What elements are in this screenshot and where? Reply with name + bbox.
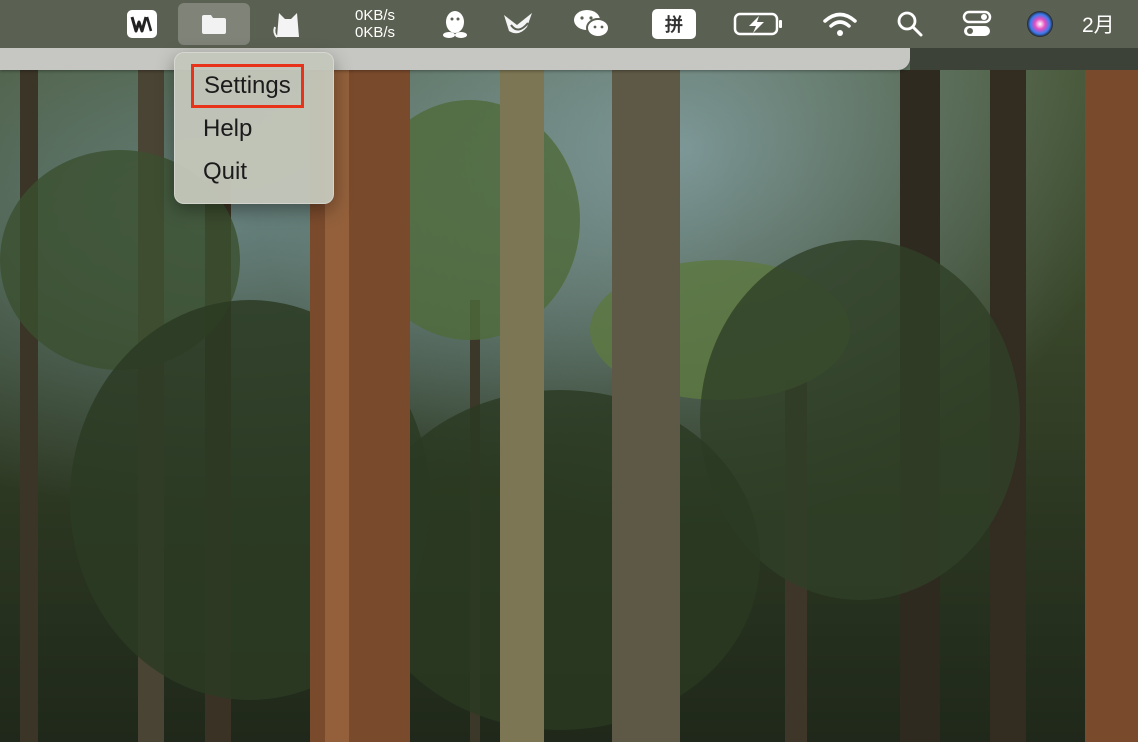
siri-icon[interactable] — [1020, 0, 1060, 48]
wechat-icon[interactable] — [568, 0, 616, 48]
upload-speed: 0KB/s — [354, 7, 396, 24]
menu-item-label: Help — [203, 115, 253, 142]
search-icon[interactable] — [890, 0, 930, 48]
folder-dropdown-menu: Settings Help Quit — [174, 52, 334, 204]
control-center-icon[interactable] — [956, 0, 998, 48]
cat-app-icon[interactable] — [266, 0, 310, 48]
qq-penguin-icon[interactable] — [435, 0, 475, 48]
wifi-icon[interactable] — [818, 0, 862, 48]
background-window-dark — [910, 48, 1138, 70]
folder-icon[interactable] — [178, 3, 250, 45]
input-method-label: 拼 — [652, 9, 696, 39]
clock-text: 2月 — [1082, 14, 1115, 37]
clock[interactable]: 2月 — [1082, 0, 1138, 48]
input-method-icon[interactable]: 拼 — [648, 0, 700, 48]
battery-charging-icon[interactable] — [730, 0, 788, 48]
menu-item-label: Quit — [203, 158, 248, 185]
forest-image — [0, 70, 1138, 742]
menu-item-settings[interactable]: Settings — [191, 64, 304, 108]
bird-app-icon[interactable] — [496, 0, 540, 48]
menu-item-help[interactable]: Help — [193, 109, 262, 149]
menu-bar: 0KB/s 0KB/s 拼 2月 — [0, 0, 1138, 48]
download-speed: 0KB/s — [354, 24, 396, 41]
menu-item-label: Settings — [204, 72, 291, 99]
desktop-wallpaper — [0, 0, 1138, 742]
network-speed-monitor[interactable]: 0KB/s 0KB/s — [340, 0, 410, 48]
wps-office-icon[interactable] — [122, 0, 162, 48]
background-window-edge — [0, 48, 910, 70]
menu-item-quit[interactable]: Quit — [193, 152, 257, 192]
